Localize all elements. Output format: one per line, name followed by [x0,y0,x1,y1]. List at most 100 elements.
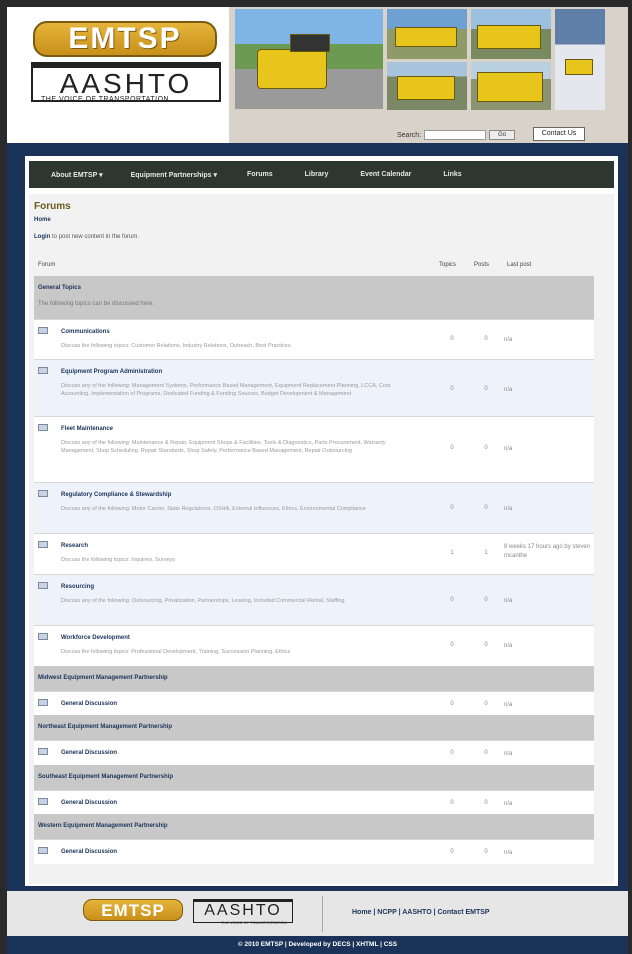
column-forum: Forum [38,262,56,268]
forum-description: Discuss any of the following: Outsourcin… [61,598,345,604]
loader-photo [471,9,551,59]
category-western-partnership[interactable]: Western Equipment Management Partnership [34,814,594,839]
category-description: The following topics can be discussed he… [38,301,155,307]
nav-forums[interactable]: Forums [247,171,273,178]
forum-row-regulatory-compliance[interactable]: Regulatory Compliance & Stewardship Disc… [34,482,594,533]
forum-description: Discuss the following topics: Customer R… [61,343,291,349]
forum-topics: 0 [450,642,454,648]
forum-topics: 0 [450,750,454,756]
forum-last-post: n/a [504,643,513,649]
forum-row-resourcing[interactable]: Resourcing Discuss any of the following:… [34,574,594,625]
forum-name[interactable]: Resourcing [61,584,94,590]
forum-name[interactable]: Fleet Maintenance [61,426,113,432]
forum-topics: 0 [450,505,454,511]
forum-posts: 0 [484,642,488,648]
forum-folder-icon [38,490,48,497]
forum-topics: 0 [450,597,454,603]
forum-posts: 0 [484,800,488,806]
forum-description: Discuss any of the following: Management… [61,383,391,397]
forum-posts: 0 [484,386,488,392]
forum-name[interactable]: General Discussion [61,701,117,707]
nav-event-calendar[interactable]: Event Calendar [360,171,411,178]
forum-posts: 0 [484,849,488,855]
forum-folder-icon [38,541,48,548]
forum-posts: 1 [484,550,488,556]
category-name[interactable]: Southeast Equipment Management Partnersh… [38,774,173,780]
footer-links[interactable]: Home | NCPP | AASHTO | Contact EMTSP [352,909,490,916]
category-name[interactable]: General Topics [38,285,81,291]
login-prompt: Login to post new content in the forum. [34,234,139,240]
category-northeast-partnership[interactable]: Northeast Equipment Management Partnersh… [34,715,594,740]
footer-emtsp-logo[interactable]: EMTSP [83,899,183,921]
category-name[interactable]: Western Equipment Management Partnership [38,823,168,829]
page-title: Forums [34,201,71,212]
category-midwest-partnership[interactable]: Midwest Equipment Management Partnership [34,666,594,691]
emtsp-logo[interactable]: EMTSP [33,21,217,57]
contact-us-button[interactable]: Contact Us [533,127,585,141]
header-photos [229,7,628,143]
forum-description: Discuss any of the following: Motor Carr… [61,506,366,512]
forum-last-post: n/a [504,751,513,757]
site-header: EMTSP AASHTO THE VOICE OF TRANSPORTATION [7,7,628,143]
forum-row-fleet-maintenance[interactable]: Fleet Maintenance Discuss any of the fol… [34,416,594,482]
forum-row-program-administration[interactable]: Equipment Program Administration Discuss… [34,359,594,416]
column-last-post: Last post [507,262,532,268]
forum-folder-icon [38,847,48,854]
forum-topics: 0 [450,800,454,806]
search-form: Search: Go [397,129,516,141]
forum-row-research[interactable]: Research Discuss the following topics: I… [34,533,594,574]
forum-name[interactable]: Research [61,543,88,549]
forum-name[interactable]: General Discussion [61,849,117,855]
search-input[interactable] [424,130,487,140]
forum-posts: 0 [484,505,488,511]
nav-about-emtsp[interactable]: About EMTSP ▾ [51,171,103,179]
login-link[interactable]: Login [34,234,50,240]
nav-library[interactable]: Library [305,171,329,178]
breadcrumb-home[interactable]: Home [34,217,51,223]
forum-last-post[interactable]: 8 weeks 17 hours ago by steven mcanthe [504,543,594,561]
forum-description: Discuss the following topics: Inquiries,… [61,557,176,563]
forum-posts: 0 [484,336,488,342]
category-southeast-partnership[interactable]: Southeast Equipment Management Partnersh… [34,765,594,790]
search-button[interactable]: Go [489,130,516,140]
forum-last-post: n/a [504,850,513,856]
forum-row-communications[interactable]: Communications Discuss the following top… [34,319,594,359]
forum-folder-icon [38,367,48,374]
site-footer: EMTSP AASHTO THE VOICE OF TRANSPORTATION… [7,891,628,936]
forum-row-southeast-general[interactable]: General Discussion 0 0 n/a [34,790,594,814]
snowplow-photo [555,9,605,110]
forum-row-midwest-general[interactable]: General Discussion 0 0 n/a [34,691,594,715]
forum-last-post: n/a [504,702,513,708]
forum-row-northeast-general[interactable]: General Discussion 0 0 n/a [34,740,594,765]
footer-logo-tagline: THE VOICE OF TRANSPORTATION [221,920,287,925]
nav-equipment-partnerships[interactable]: Equipment Partnerships ▾ [131,171,217,179]
forum-topics: 0 [450,445,454,451]
forum-topics: 0 [450,336,454,342]
forum-name[interactable]: Communications [61,329,110,335]
category-name[interactable]: Midwest Equipment Management Partnership [38,675,168,681]
forum-folder-icon [38,699,48,706]
forum-description: Discuss the following topics: Profession… [61,649,291,655]
category-name[interactable]: Northeast Equipment Management Partnersh… [38,724,172,730]
footer-divider [322,896,323,932]
page-frame: EMTSP AASHTO THE VOICE OF TRANSPORTATION [7,7,628,954]
forum-row-western-general[interactable]: General Discussion 0 0 n/a [34,839,594,864]
category-general-topics[interactable]: General Topics The following topics can … [34,276,594,319]
forum-name[interactable]: Workforce Development [61,635,130,641]
logo-tagline: THE VOICE OF TRANSPORTATION [41,96,170,103]
forum-description: Discuss any of the following: Maintenanc… [61,440,386,454]
forum-name[interactable]: Equipment Program Administration [61,369,162,375]
forum-posts: 0 [484,750,488,756]
forum-last-post: n/a [504,337,513,343]
forum-folder-icon [38,424,48,431]
nav-links[interactable]: Links [443,171,461,178]
forum-folder-icon [38,327,48,334]
logo-area[interactable]: EMTSP AASHTO THE VOICE OF TRANSPORTATION [7,7,229,143]
forum-name[interactable]: General Discussion [61,750,117,756]
forum-topics: 0 [450,386,454,392]
forum-folder-icon [38,633,48,640]
forum-row-workforce-development[interactable]: Workforce Development Discuss the follow… [34,625,594,666]
grader-photo [387,9,467,59]
forum-name[interactable]: General Discussion [61,800,117,806]
forum-name[interactable]: Regulatory Compliance & Stewardship [61,492,171,498]
